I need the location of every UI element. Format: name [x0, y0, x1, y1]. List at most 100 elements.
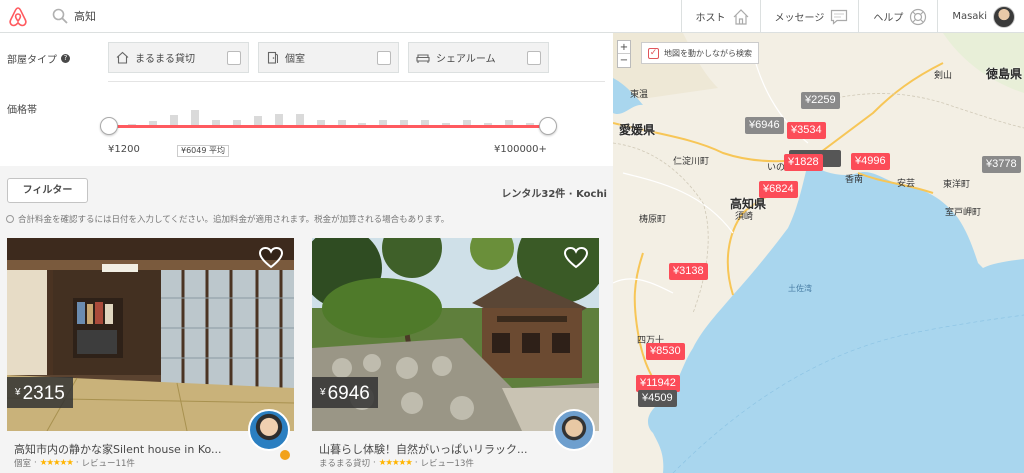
room-type-private-checkbox[interactable] — [377, 51, 391, 65]
room-type-shared-checkbox[interactable] — [527, 51, 541, 65]
nav-profile-name: Masaki — [952, 11, 987, 22]
map-label: 東洋町 — [943, 180, 971, 190]
pricing-notice: 合計料金を確認するには日付を入力してください。追加料金が適用されます。税金が加算… — [6, 213, 449, 225]
listing-price-value: 6946 — [327, 383, 370, 404]
room-type-entire-label: まるまる貸切 — [135, 54, 195, 65]
room-type-private[interactable]: 個室 — [258, 42, 399, 73]
price-range-label: 価格帯 — [7, 105, 37, 116]
nav-profile[interactable]: Masaki — [937, 0, 1024, 33]
search-icon — [52, 8, 68, 24]
price-slider-track[interactable] — [108, 125, 548, 128]
superhost-badge — [280, 450, 290, 460]
meta-separator: · — [34, 458, 37, 468]
room-type-entire-checkbox[interactable] — [227, 51, 241, 65]
map-label: 梼原町 — [639, 215, 667, 225]
nav-help-label: ヘルプ — [873, 13, 904, 24]
zoom-out-button[interactable]: − — [618, 54, 630, 67]
search-as-map-moves-label: 地図を動かしながら検索 — [664, 48, 752, 58]
price-pin[interactable]: ¥2259 — [801, 92, 840, 109]
price-pin[interactable]: ¥3778 — [982, 156, 1021, 173]
map-label: 室戸岬町 — [945, 208, 982, 218]
listing-meta: まるまる貸切 · ★★★★★ · レビュー13件 — [319, 457, 474, 469]
map-label: 土佐湾 — [788, 284, 812, 293]
price-average-value: ¥6049 平均 — [177, 145, 229, 157]
divider — [108, 81, 605, 82]
house-icon — [733, 8, 748, 25]
map-label: 安芸 — [897, 179, 916, 189]
nav-messages-label: メッセージ — [774, 13, 825, 24]
meta-separator: · — [75, 458, 79, 468]
search-as-map-moves[interactable]: ✓ 地図を動かしながら検索 — [641, 42, 759, 64]
heart-icon[interactable] — [258, 246, 284, 270]
listing-title[interactable]: 山暮らし体験！自然がいっぱいリラック... — [319, 441, 551, 457]
zoom-in-button[interactable]: + — [618, 41, 630, 54]
currency-symbol: ¥ — [320, 387, 326, 398]
nav-host[interactable]: ホスト — [680, 0, 760, 33]
price-pin[interactable]: ¥4509 — [638, 390, 677, 407]
price-pin[interactable]: ¥4996 — [851, 153, 890, 170]
airbnb-logo-icon[interactable] — [6, 5, 30, 29]
filter-button[interactable]: フィルター — [7, 178, 88, 203]
price-pin[interactable]: ¥3534 — [787, 122, 826, 139]
heart-icon[interactable] — [563, 246, 589, 270]
price-max-value: ¥100000+ — [494, 144, 547, 155]
help-icon[interactable]: ? — [61, 54, 70, 63]
nav-messages[interactable]: メッセージ — [759, 0, 859, 33]
search-bar[interactable]: 高知 — [52, 6, 96, 26]
price-pin[interactable]: ¥6824 — [759, 181, 798, 198]
room-type-label: 部屋タイプ ? — [7, 51, 70, 66]
listing-card[interactable]: ¥2315 高知市内の静かな家Silent house in Ko... 個室 ·… — [7, 238, 294, 473]
map-label: 香南 — [845, 175, 864, 185]
home-icon — [116, 51, 129, 64]
listing-title[interactable]: 高知市内の静かな家Silent house in Ko... — [14, 441, 246, 457]
door-icon — [267, 51, 278, 64]
price-max-handle[interactable] — [539, 117, 557, 135]
filters-panel: 部屋タイプ ? まるまる貸切 個室 シェアルーム 価格帯 ¥1200 ¥6049… — [0, 33, 613, 166]
host-avatar[interactable] — [553, 409, 595, 451]
search-as-map-moves-checkbox[interactable]: ✓ — [648, 47, 659, 59]
price-pin[interactable]: ¥8530 — [646, 343, 685, 360]
listing-price: ¥6946 — [312, 377, 378, 408]
listing-card[interactable]: ¥6946 山暮らし体験！自然がいっぱいリラック... まるまる貸切 · ★★★★… — [312, 238, 599, 473]
price-min-handle[interactable] — [100, 117, 118, 135]
listing-area: フィルター レンタル32件 · Kochi 合計料金を確認するには日付を入力して… — [0, 166, 613, 473]
price-pin[interactable]: ¥6946 — [745, 117, 784, 134]
listing-meta: 個室 · ★★★★★ · レビュー11件 — [14, 457, 135, 469]
price-histogram — [108, 105, 548, 127]
review-count: レビュー11件 — [81, 459, 135, 469]
results-panel: 部屋タイプ ? まるまる貸切 個室 シェアルーム 価格帯 ¥1200 ¥6049… — [0, 33, 613, 473]
search-input[interactable]: 高知 — [74, 8, 96, 24]
room-type-shared-label: シェアルーム — [436, 54, 496, 65]
message-icon — [831, 9, 848, 25]
map-label: 剣山 — [934, 71, 953, 81]
map-label: 須崎 — [735, 212, 754, 222]
map-panel[interactable]: + − ✓ 地図を動かしながら検索 愛媛県 高知県 徳島県 香南 安芸 須崎 東… — [613, 33, 1024, 473]
room-type: 個室 — [14, 459, 32, 469]
price-pin[interactable]: ¥3138 — [669, 263, 708, 280]
room-type-private-label: 個室 — [285, 54, 305, 65]
top-header: 高知 ホスト メッセージ ヘルプ Masaki — [0, 0, 1024, 33]
listing-price: ¥2315 — [7, 377, 73, 408]
price-min-value: ¥1200 — [108, 144, 140, 155]
room-type-shared[interactable]: シェアルーム — [408, 42, 549, 73]
rental-count: レンタル32件 · Kochi — [501, 189, 607, 200]
host-avatar[interactable] — [248, 409, 290, 451]
map-label: 徳島県 — [986, 67, 1023, 81]
lifebuoy-icon — [910, 8, 927, 25]
zoom-control: + − — [617, 40, 631, 68]
rating-stars: ★★★★★ — [378, 458, 413, 468]
nav-help[interactable]: ヘルプ — [858, 0, 937, 33]
meta-separator: · — [414, 458, 418, 468]
map-label: いの — [767, 163, 786, 173]
map-label: 東温 — [630, 90, 649, 100]
top-nav: ホスト メッセージ ヘルプ Masaki — [680, 0, 1024, 33]
avatar[interactable] — [993, 5, 1015, 28]
price-pin[interactable]: ¥1828 — [784, 154, 823, 171]
room-type: まるまる貸切 — [319, 459, 371, 469]
room-type-label-text: 部屋タイプ — [7, 55, 57, 66]
listing-price-value: 2315 — [22, 383, 65, 404]
info-icon — [6, 215, 14, 223]
currency-symbol: ¥ — [15, 387, 21, 398]
room-type-entire[interactable]: まるまる貸切 — [108, 42, 249, 73]
rating-stars: ★★★★★ — [39, 458, 74, 468]
